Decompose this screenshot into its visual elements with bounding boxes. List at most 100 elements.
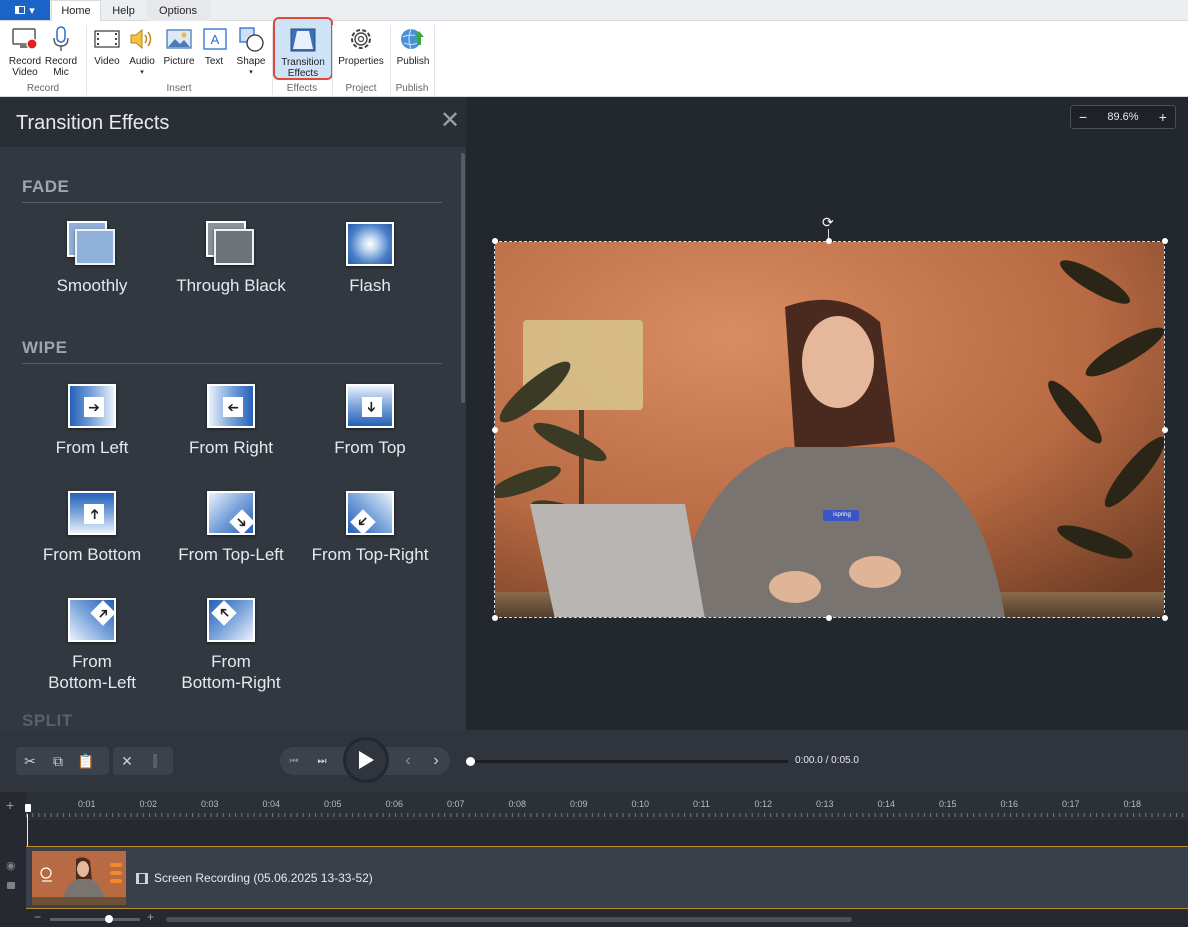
- effect-wipe-from-bottom[interactable]: ➔ From Bottom: [22, 490, 162, 565]
- effect-wipe-from-right[interactable]: ➔ From Right: [161, 383, 301, 458]
- effect-wipe-from-left[interactable]: ➔ From Left: [22, 383, 162, 458]
- text-box-icon: A: [200, 24, 230, 54]
- resize-handle[interactable]: [492, 427, 498, 433]
- video-track[interactable]: Screen Recording (05.06.2025 13-33-52): [26, 846, 1188, 909]
- group-effects-label: Effects: [286, 83, 318, 94]
- insert-audio-button[interactable]: Audio ▾: [126, 24, 158, 78]
- effect-wipe-from-top-left[interactable]: ➔ From Top-Left: [161, 490, 301, 565]
- copy-icon[interactable]: ⧉: [44, 747, 72, 775]
- skip-to-start-icon[interactable]: ⏮: [280, 747, 308, 775]
- cut-icon[interactable]: ✂: [16, 747, 44, 775]
- publish-button[interactable]: Publish: [394, 24, 432, 67]
- tab-home[interactable]: Home: [51, 0, 101, 21]
- record-video-button[interactable]: Record Video: [6, 24, 44, 78]
- zoom-value: 89.6%: [1107, 111, 1139, 123]
- microphone-icon: [46, 24, 76, 54]
- transition-effects-panel: Transition Effects ✕ FADE Smoothly Throu…: [0, 97, 466, 730]
- wipe-from-bottom-right-icon: ➔: [206, 597, 256, 643]
- player-toolbar: ✂ ⧉ 📋 ✕ ⫿ ⏮ ⏭ ‹ › 0:00.0 / 0:05.0: [0, 730, 1188, 792]
- delete-icon[interactable]: ✕: [113, 747, 141, 775]
- effect-smoothly[interactable]: Smoothly: [22, 221, 162, 296]
- arrow-down-icon: ➔: [362, 397, 382, 417]
- record-video-icon: [10, 24, 40, 54]
- timeline-ruler[interactable]: 0:01 0:02 0:03 0:04 0:05 0:06 0:07 0:08 0:09 0:10…: [25, 792, 1188, 820]
- effect-through-black[interactable]: Through Black: [161, 221, 301, 296]
- video-object[interactable]: ispring: [494, 241, 1165, 618]
- record-mic-button[interactable]: Record Mic: [44, 24, 78, 78]
- ruler-tick-label: 0:06: [385, 799, 404, 809]
- resize-handle[interactable]: [826, 615, 832, 621]
- film-strip-icon: [136, 872, 148, 884]
- playhead-marker[interactable]: [25, 804, 31, 812]
- ruler-tick-label: 0:14: [877, 799, 896, 809]
- insert-picture-button[interactable]: Picture: [162, 24, 196, 67]
- resize-handle[interactable]: [1162, 427, 1168, 433]
- ribbon-tab-bar: ▾ Home Help Options: [0, 0, 1188, 21]
- film-icon: [92, 24, 122, 54]
- effect-wipe-from-top[interactable]: ➔ From Top: [300, 383, 440, 458]
- timeline-zoom-in-button[interactable]: +: [147, 910, 154, 924]
- add-track-button[interactable]: +: [6, 797, 14, 813]
- logo-badge: ispring: [833, 512, 851, 518]
- ribbon-divider: [434, 25, 435, 95]
- app-menu-icon: [15, 6, 26, 14]
- effect-wipe-from-top-right[interactable]: ➔ From Top-Right: [300, 490, 440, 565]
- app-menu-button[interactable]: ▾: [0, 0, 50, 20]
- zoom-out-button[interactable]: −: [1079, 109, 1087, 125]
- insert-video-button[interactable]: Video: [92, 24, 122, 67]
- arrow-up-icon: ➔: [84, 504, 104, 524]
- play-button[interactable]: [343, 737, 389, 783]
- paste-icon[interactable]: 📋: [72, 747, 100, 775]
- ruler-tick-label: 0:11: [693, 799, 710, 809]
- timeline-zoom-out-button[interactable]: −: [34, 910, 41, 924]
- svg-text:A: A: [211, 32, 220, 47]
- lock-icon[interactable]: [7, 882, 15, 889]
- zoom-in-button[interactable]: +: [1159, 109, 1167, 125]
- split-icon[interactable]: ⫿: [141, 747, 169, 775]
- insert-text-button[interactable]: A Text: [200, 24, 228, 67]
- clip-title: Screen Recording (05.06.2025 13-33-52): [154, 871, 373, 885]
- seek-handle[interactable]: [466, 757, 475, 766]
- arrow-right-icon: ➔: [84, 397, 104, 417]
- effect-wipe-from-bottom-left[interactable]: ➔ From Bottom-Left: [22, 597, 162, 693]
- rotate-handle-icon[interactable]: ⟳: [822, 215, 834, 229]
- group-project-label: Project: [345, 83, 377, 94]
- next-icon[interactable]: ›: [422, 747, 450, 775]
- tab-help[interactable]: Help: [101, 0, 146, 21]
- properties-button[interactable]: Properties: [336, 24, 386, 67]
- clip-thumbnail: [32, 851, 126, 905]
- resize-handle[interactable]: [826, 238, 832, 244]
- section-divider: [22, 363, 442, 364]
- play-icon: [359, 751, 374, 769]
- skip-to-end-icon[interactable]: ⏭: [308, 747, 336, 775]
- wipe-from-bottom-left-icon: ➔: [67, 597, 117, 643]
- effect-wipe-from-bottom-right[interactable]: ➔ From Bottom-Right: [161, 597, 301, 693]
- resize-handle[interactable]: [492, 238, 498, 244]
- resize-handle[interactable]: [492, 615, 498, 621]
- wipe-from-left-icon: ➔: [67, 383, 117, 429]
- gear-icon: [346, 24, 376, 54]
- video-preview-image: [495, 242, 1164, 617]
- timeline-zoom-slider[interactable]: [50, 918, 140, 921]
- panel-header: Transition Effects ✕: [0, 97, 466, 147]
- section-fade-title: FADE: [22, 177, 70, 196]
- insert-shape-button[interactable]: Shape ▾: [234, 24, 268, 78]
- close-icon[interactable]: ✕: [440, 109, 460, 133]
- transition-effects-button[interactable]: Transition Effects: [273, 17, 333, 80]
- timeline-horizontal-scrollbar[interactable]: [166, 917, 852, 922]
- transition-effects-icon: [288, 25, 318, 55]
- previous-icon[interactable]: ‹: [394, 747, 422, 775]
- panel-scrollbar[interactable]: [461, 153, 465, 403]
- ruler-tick-label: 0:15: [939, 799, 957, 809]
- wipe-from-top-icon: ➔: [345, 383, 395, 429]
- eye-icon[interactable]: ◉: [6, 859, 16, 872]
- resize-handle[interactable]: [1162, 238, 1168, 244]
- panel-title: Transition Effects: [16, 112, 170, 134]
- timeline-zoom-knob[interactable]: [105, 915, 113, 923]
- seek-bar[interactable]: [470, 760, 788, 763]
- effect-flash[interactable]: Flash: [300, 221, 440, 296]
- tab-options[interactable]: Options: [146, 0, 210, 21]
- arrow-up-right-icon: ➔: [90, 600, 116, 626]
- slide-canvas: − 89.6% + ⟳ ispring: [466, 97, 1188, 730]
- resize-handle[interactable]: [1162, 615, 1168, 621]
